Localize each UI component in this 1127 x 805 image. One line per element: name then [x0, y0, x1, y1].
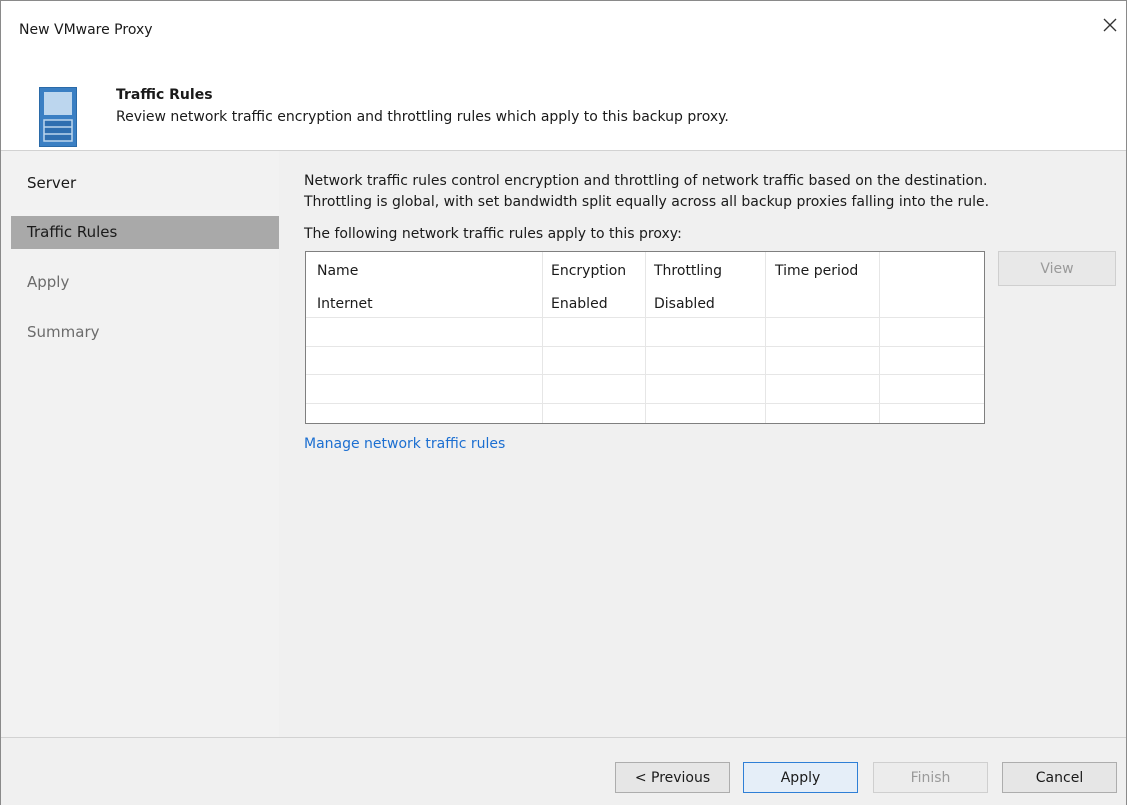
- step-apply[interactable]: Apply: [11, 266, 279, 299]
- manage-network-traffic-rules-link[interactable]: Manage network traffic rules: [304, 436, 505, 452]
- wizard-footer: < Previous Apply Finish Cancel: [1, 737, 1126, 805]
- step-content: Network traffic rules control encryption…: [279, 150, 1126, 738]
- server-icon: [39, 87, 77, 151]
- description-line: Network traffic rules control encryption…: [304, 173, 988, 189]
- view-button[interactable]: View: [998, 251, 1116, 286]
- column-header-throttling[interactable]: Throttling: [654, 263, 722, 279]
- step-summary[interactable]: Summary: [11, 316, 279, 349]
- step-description: Review network traffic encryption and th…: [116, 109, 729, 125]
- step-traffic-rules[interactable]: Traffic Rules: [11, 216, 279, 249]
- column-header-time-period[interactable]: Time period: [775, 263, 858, 279]
- wizard-steps: Server Traffic Rules Apply Summary: [1, 150, 279, 738]
- wizard-header: Traffic Rules Review network traffic enc…: [1, 45, 1126, 149]
- step-label: Apply: [27, 273, 70, 291]
- rules-subheading: The following network traffic rules appl…: [304, 226, 682, 242]
- window-title: New VMware Proxy: [19, 22, 153, 38]
- previous-button[interactable]: < Previous: [615, 762, 730, 793]
- table-row-cell-name[interactable]: Internet: [317, 296, 373, 312]
- column-header-encryption[interactable]: Encryption: [551, 263, 626, 279]
- column-header-name[interactable]: Name: [317, 263, 358, 279]
- table-row-cell-encryption[interactable]: Enabled: [551, 296, 608, 312]
- step-label: Traffic Rules: [27, 223, 118, 241]
- apply-button[interactable]: Apply: [743, 762, 858, 793]
- finish-button[interactable]: Finish: [873, 762, 988, 793]
- close-button[interactable]: [1098, 15, 1122, 39]
- step-title: Traffic Rules: [116, 87, 213, 103]
- table-row-cell-throttling[interactable]: Disabled: [654, 296, 715, 312]
- description-line: Throttling is global, with set bandwidth…: [304, 194, 990, 210]
- step-label: Summary: [27, 323, 100, 341]
- title-bar: New VMware Proxy: [1, 1, 1126, 45]
- close-icon: [1103, 18, 1117, 36]
- cancel-button[interactable]: Cancel: [1002, 762, 1117, 793]
- traffic-rules-table[interactable]: Name Encryption Throttling Time period I…: [305, 251, 985, 424]
- step-label: Server: [27, 174, 77, 192]
- step-server[interactable]: Server: [11, 167, 279, 200]
- rules-description: Network traffic rules control encryption…: [304, 171, 1114, 213]
- wizard-window: New VMware Proxy Traffic Rules Review ne…: [0, 0, 1127, 805]
